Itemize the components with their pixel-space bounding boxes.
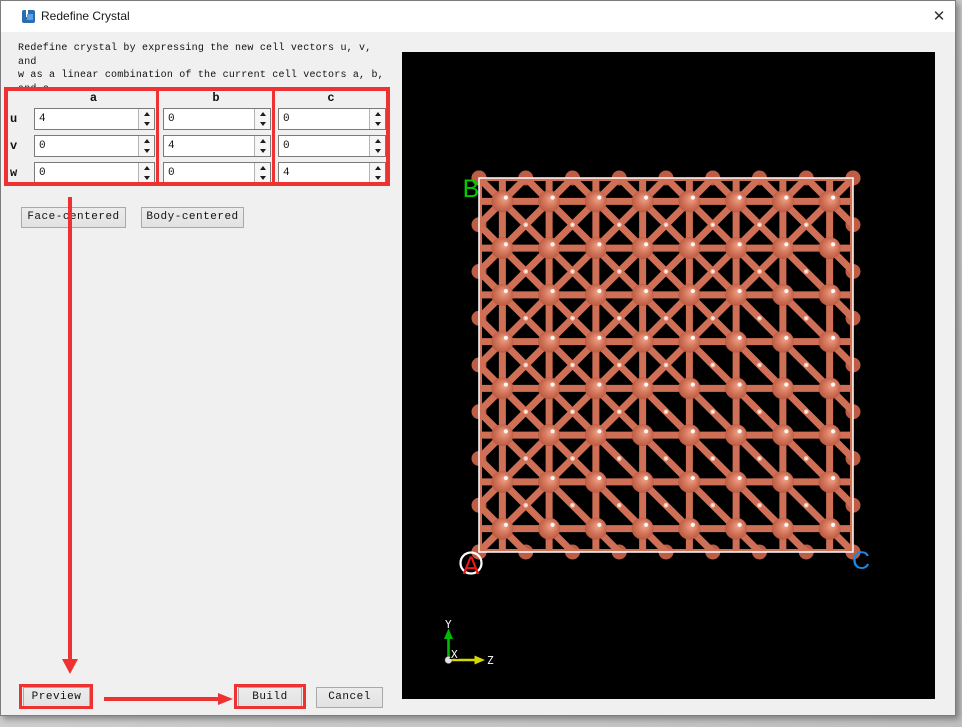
spin-down-button[interactable] [255,119,270,129]
spinbox-w-a [34,162,155,184]
spinbox-v-c [278,135,386,157]
build-button[interactable]: Build [238,687,302,708]
cell-label-c: C [852,547,870,575]
row-label-u: u [10,112,24,126]
spin-up-button[interactable] [255,109,270,119]
matrix-input-u-b[interactable] [164,109,254,129]
cell-label-b: B [463,175,480,203]
cancel-button[interactable]: Cancel [316,687,383,708]
x-axis-label: X [451,648,458,661]
spin-down-button[interactable] [255,146,270,156]
spin-down-button[interactable] [139,146,154,156]
preview-button[interactable]: Preview [23,687,90,708]
spin-up-button[interactable] [255,163,270,173]
y-axis-label: Y [445,618,452,631]
crystal-lattice [402,171,935,560]
z-axis-arrowhead [475,656,486,665]
spinbox-u-c [278,108,386,130]
annotation-divider-1 [156,91,159,182]
matrix-input-w-b[interactable] [164,163,254,183]
matrix-input-v-b[interactable] [164,136,254,156]
annotation-arrow-down-head [62,659,78,674]
matrix-input-w-c[interactable] [279,163,369,183]
spinbox-v-a [34,135,155,157]
spin-up-button[interactable] [139,163,154,173]
annotation-divider-2 [272,91,275,182]
spin-up-button[interactable] [139,136,154,146]
matrix-input-w-a[interactable] [35,163,138,183]
matrix-input-u-a[interactable] [35,109,138,129]
spin-down-button[interactable] [370,173,385,183]
spinbox-w-c [278,162,386,184]
structure-viewport[interactable]: B A C Y X Z [402,52,935,699]
body-centered-button[interactable]: Body-centered [141,207,244,228]
spin-down-button[interactable] [370,146,385,156]
close-icon[interactable]: ✕ [927,5,951,29]
spin-down-button[interactable] [370,119,385,129]
column-header-c: c [278,91,384,105]
spin-up-button[interactable] [255,136,270,146]
row-label-v: v [10,139,24,153]
spin-up-button[interactable] [370,163,385,173]
title-bar[interactable]: Redefine Crystal ✕ [1,1,955,32]
face-centered-button[interactable]: Face-centered [21,207,126,228]
matrix-input-v-c[interactable] [279,136,369,156]
app-logo-icon [22,10,35,23]
matrix-input-u-c[interactable] [279,109,369,129]
spin-up-button[interactable] [370,109,385,119]
cell-label-a: A [463,552,480,580]
row-label-w: w [10,166,24,180]
spinbox-u-a [34,108,155,130]
spin-up-button[interactable] [370,136,385,146]
column-header-b: b [163,91,269,105]
matrix-input-v-a[interactable] [35,136,138,156]
annotation-arrow-right-line [104,697,220,701]
spinbox-v-b [163,135,271,157]
window-title: Redefine Crystal [41,9,130,23]
dialog-description: Redefine crystal by expressing the new c… [18,42,390,96]
spin-down-button[interactable] [139,119,154,129]
spin-down-button[interactable] [139,173,154,183]
axis-triad: Y X Z [444,618,494,667]
z-axis-label: Z [487,654,494,667]
spinbox-w-b [163,162,271,184]
annotation-arrow-down-line [68,197,72,659]
spin-down-button[interactable] [255,173,270,183]
annotation-arrow-right-head [218,693,233,705]
spin-up-button[interactable] [139,109,154,119]
screen: Redefine Crystal ✕ Redefine crystal by e… [0,0,962,727]
redefine-crystal-dialog: Redefine Crystal ✕ Redefine crystal by e… [0,0,956,716]
spinbox-u-b [163,108,271,130]
column-header-a: a [34,91,153,105]
